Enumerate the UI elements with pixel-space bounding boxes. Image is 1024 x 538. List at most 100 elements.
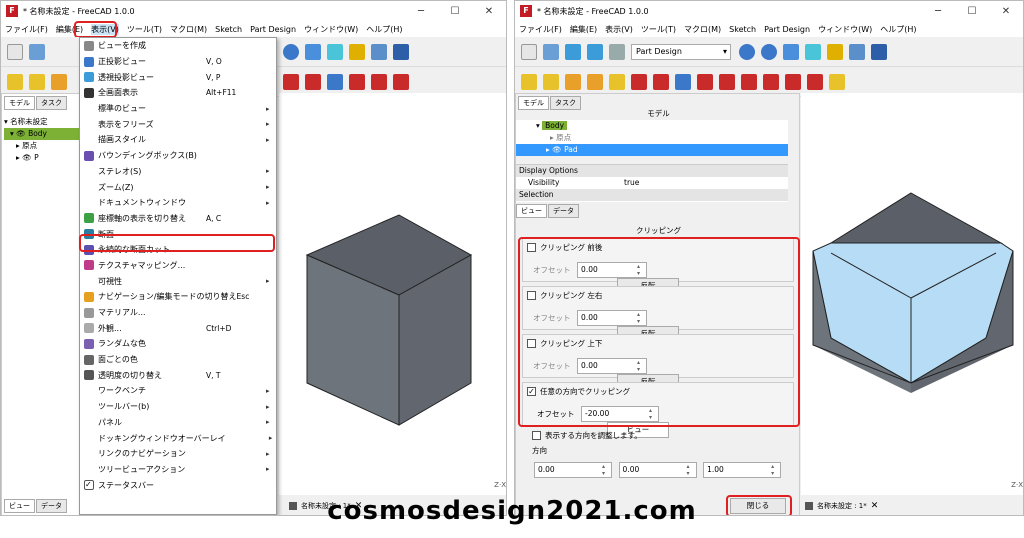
view-menu-item[interactable]: 外観... Ctrl+D [80,320,276,336]
groove-icon[interactable] [653,73,669,90]
view-menu-item[interactable]: ドッキングウィンドウオーバーレイ ▸ [80,430,276,446]
pocket-icon[interactable] [51,73,67,90]
body-icon[interactable] [393,43,409,60]
menu-part-design[interactable]: Part Design [250,25,296,34]
view-menu-item[interactable]: ビューを作成 [80,38,276,54]
menu-file[interactable]: ファイル(F) [5,24,48,35]
tree-pad[interactable]: ▸ 👁 Pad [516,144,788,156]
prop-row-visibility[interactable]: Visibility true [516,177,788,189]
pocket-icon[interactable] [565,73,581,90]
view-menu-item[interactable]: 座標軸の表示を切り替え A, C [80,211,276,227]
revolution-icon[interactable] [631,73,647,90]
view-menu-item[interactable]: 正投影ビュー V, O [80,54,276,70]
view-menu-item[interactable]: ツールバー(b) ▸ [80,399,276,415]
menu-window[interactable]: ウィンドウ(W) [304,24,358,35]
menu-tools[interactable]: ツール(T) [641,24,676,35]
menu-edit[interactable]: 編集(E) [570,24,597,35]
view-menu-item[interactable]: 描画スタイル ▸ [80,132,276,148]
view-menu-item[interactable]: バウンディングボックス(B) [80,148,276,164]
boolean-icon[interactable] [829,73,845,90]
draft-icon[interactable] [371,73,387,90]
mirrored-icon[interactable] [763,73,779,90]
tree-body[interactable]: ▾ Body [516,120,788,132]
menu-sketch[interactable]: Sketch [215,25,242,34]
menu-tools[interactable]: ツール(T) [127,24,162,35]
direction-x-input[interactable]: 0.00 [534,462,612,478]
tab-view[interactable]: ビュー [516,204,547,218]
zoom-selection-icon[interactable] [283,43,299,60]
view-menu-item[interactable]: ナビゲーション/編集モードの切り替え Esc [80,289,276,305]
direction-z-input[interactable]: 1.00 [703,462,782,478]
polar-pattern-icon[interactable] [807,73,823,90]
menu-window[interactable]: ウィンドウ(W) [818,24,872,35]
menu-macro[interactable]: マクロ(M) [684,24,721,35]
maximize-button[interactable]: ☐ [438,6,472,17]
tree-root[interactable]: ▾ 名称未設定 [4,116,80,128]
axonometric-view-icon[interactable] [783,43,799,60]
draft-icon[interactable] [719,73,735,90]
view-menu-item[interactable]: ドキュメントウィンドウ ▸ [80,195,276,211]
chamfer-icon[interactable] [349,73,365,90]
sketch-icon[interactable] [521,73,537,90]
menu-view[interactable]: 表示(V) [605,24,633,35]
groove-icon[interactable] [305,73,321,90]
new-file-icon[interactable] [7,43,23,60]
view-menu-item[interactable]: ランダムな色 [80,336,276,352]
measure-icon[interactable] [327,43,343,60]
whats-this-icon[interactable] [371,43,387,60]
fillet-icon[interactable] [675,73,691,90]
pad-icon[interactable] [29,73,45,90]
tree-origin[interactable]: ▸ 原点 [4,140,80,152]
linear-pattern-icon[interactable] [785,73,801,90]
redo-icon[interactable] [587,43,603,60]
menu-part-design[interactable]: Part Design [764,25,810,34]
hole-icon[interactable] [587,73,603,90]
body-icon[interactable] [871,43,887,60]
menu-help[interactable]: ヘルプ(H) [880,24,916,35]
adjust-direction[interactable]: 表示する方向を調整します。 [532,430,642,441]
chamfer-icon[interactable] [697,73,713,90]
menu-macro[interactable]: マクロ(M) [170,24,207,35]
measure-icon[interactable] [805,43,821,60]
view-menu-item[interactable]: リンクのナビゲーション ▸ [80,446,276,462]
view-menu-item[interactable]: ✓ ステータスバー [80,477,276,493]
view-menu-item[interactable]: 透視投影ビュー V, P [80,69,276,85]
view-menu-item[interactable]: マテリアル... [80,305,276,321]
view-menu-item[interactable]: 可視性 ▸ [80,273,276,289]
3d-view[interactable]: Z·X [279,93,506,495]
minimize-button[interactable]: ─ [921,6,955,17]
save-icon[interactable] [29,43,45,60]
revolution-icon[interactable] [283,73,299,90]
view-menu-item[interactable]: ワークベンチ ▸ [80,383,276,399]
direction-y-input[interactable]: 0.00 [618,462,697,478]
thickness-icon[interactable] [393,73,409,90]
part-icon[interactable] [349,43,365,60]
view-menu-item[interactable]: ズーム(Z) ▸ [80,179,276,195]
menu-sketch[interactable]: Sketch [729,25,756,34]
undo-icon[interactable] [565,43,581,60]
checkbox-adjust[interactable] [532,431,541,440]
view-menu-item[interactable]: 全画面表示 Alt+F11 [80,85,276,101]
shape-binder-icon[interactable] [609,73,625,90]
sketch-icon[interactable] [7,73,23,90]
fillet-icon[interactable] [327,73,343,90]
new-file-icon[interactable] [521,43,537,60]
tab-task[interactable]: タスク [36,96,67,110]
view-menu-item[interactable]: パネル ▸ [80,415,276,431]
maximize-button[interactable]: ☐ [955,6,989,17]
close-window-button[interactable]: ✕ [989,6,1023,17]
zoom-selection-icon[interactable] [761,43,777,60]
save-icon[interactable] [543,43,559,60]
pad-icon[interactable] [543,73,559,90]
menu-help[interactable]: ヘルプ(H) [366,24,402,35]
tree-origin[interactable]: ▸ 原点 [516,132,788,144]
whats-this-icon[interactable] [849,43,865,60]
tree-pad[interactable]: ▸ 👁 P [4,152,80,164]
view-menu-item[interactable]: 標準のビュー ▸ [80,101,276,117]
menu-file[interactable]: ファイル(F) [519,24,562,35]
workbench-selector[interactable]: Part Design [631,43,731,60]
part-icon[interactable] [827,43,843,60]
3d-view[interactable]: Z·X [801,93,1023,495]
thickness-icon[interactable] [741,73,757,90]
view-menu-item[interactable]: ツリービューアクション ▸ [80,462,276,478]
